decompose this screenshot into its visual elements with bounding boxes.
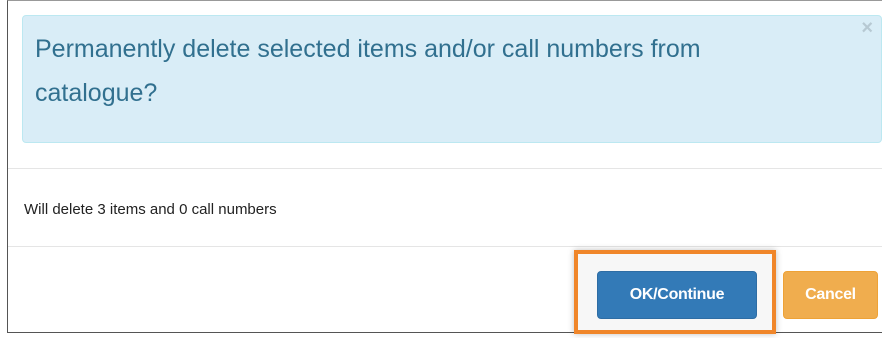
footer-divider (8, 246, 882, 247)
ok-continue-button[interactable]: OK/Continue (597, 271, 757, 319)
header-divider (8, 168, 882, 169)
cancel-button[interactable]: Cancel (783, 271, 878, 319)
close-icon[interactable]: × (861, 18, 873, 38)
dialog-message: Will delete 3 items and 0 call numbers (24, 201, 277, 218)
dialog-title: Permanently delete selected items and/or… (35, 35, 701, 107)
delete-confirm-dialog: × Permanently delete selected items and/… (7, 0, 882, 334)
